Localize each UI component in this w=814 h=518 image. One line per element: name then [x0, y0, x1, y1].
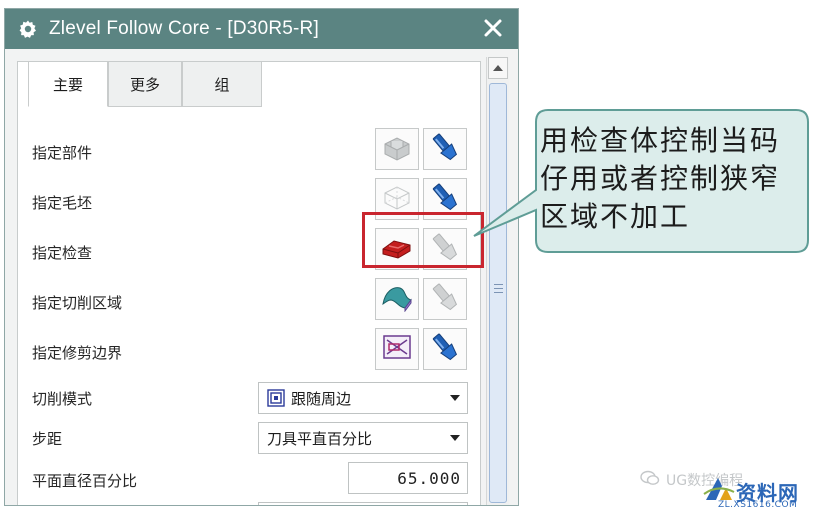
wechat-icon — [640, 470, 660, 490]
callout-line: 区域不加工 — [540, 200, 691, 233]
callout-line: 用检查体控制当码 — [540, 124, 781, 157]
callout-text: 用检查体控制当码 仔用或者控制狭窄 区域不加工 — [540, 122, 800, 236]
callout-line: 仔用或者控制狭窄 — [540, 162, 781, 195]
callout-bubble — [473, 109, 809, 253]
tab-main[interactable]: 主要 — [28, 62, 108, 107]
watermark-url: ZL.XS1616.COM — [718, 500, 798, 510]
tab-main-label: 主要 — [52, 75, 83, 94]
